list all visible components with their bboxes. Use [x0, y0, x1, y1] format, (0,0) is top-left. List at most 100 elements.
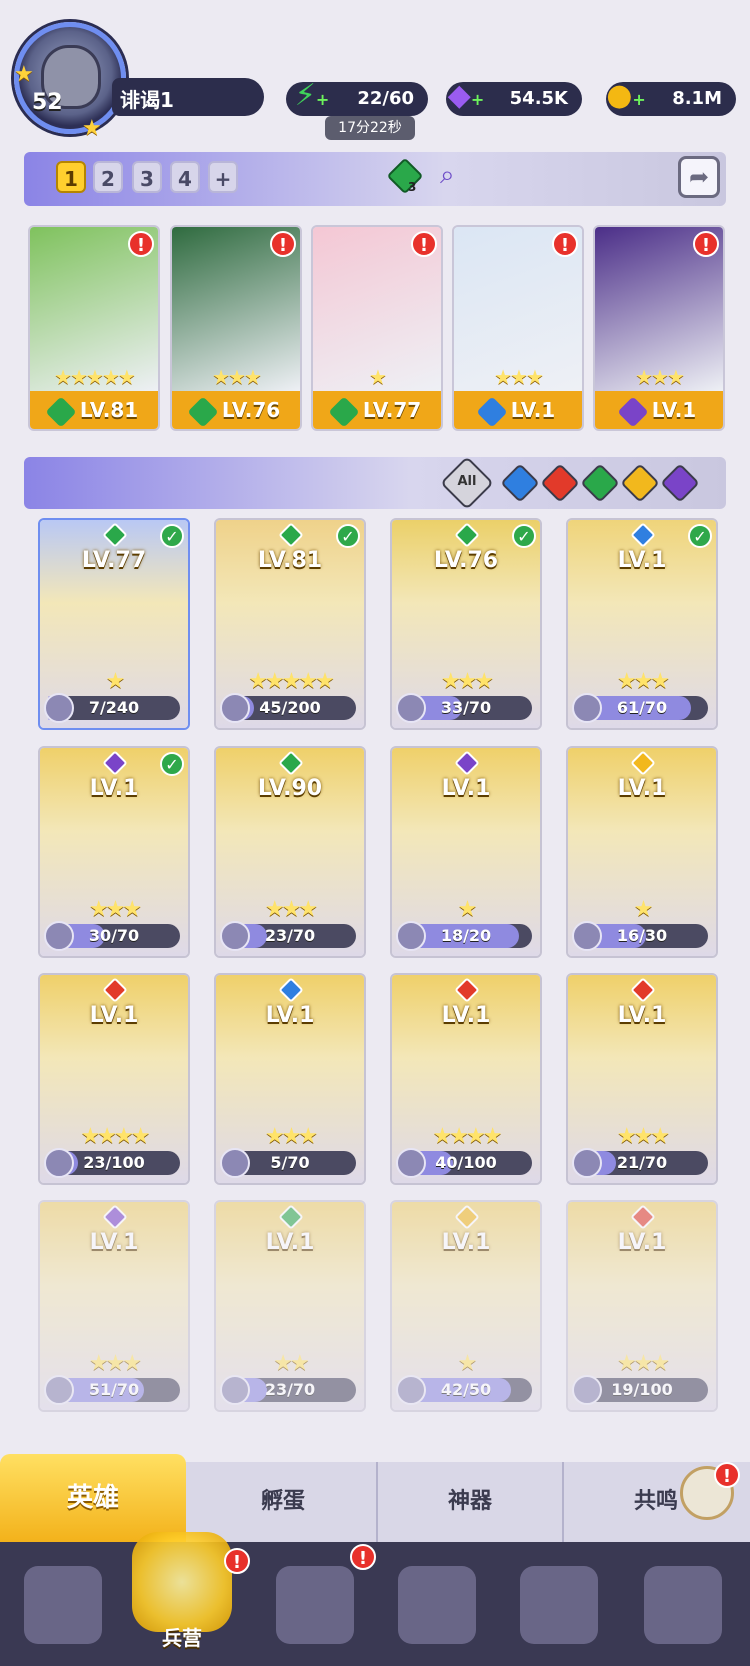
- star-rating: ★: [633, 897, 654, 922]
- check-icon: ✓: [336, 524, 360, 548]
- hero-card[interactable]: LV.1 ★★★ 30/70 ✓: [38, 746, 190, 958]
- castle-nav-icon[interactable]: [398, 1566, 476, 1644]
- shard-icon: [220, 693, 250, 723]
- check-icon: ✓: [688, 524, 712, 548]
- hero-card[interactable]: LV.1 ★★★ 51/70: [38, 1200, 190, 1412]
- check-icon: ✓: [160, 524, 184, 548]
- check-icon: ✓: [512, 524, 536, 548]
- team-slot-4[interactable]: 4: [170, 161, 200, 193]
- team-hero-level: LV.76: [172, 391, 300, 429]
- alert-icon: !: [714, 1462, 740, 1488]
- barracks-label: 兵营: [162, 1626, 202, 1650]
- hero-card[interactable]: LV.1 ★★★ 61/70 ✓: [566, 518, 718, 730]
- hero-level: LV.1: [441, 1230, 491, 1255]
- star-rating: ★: [105, 669, 126, 694]
- hero-level: LV.77: [81, 548, 147, 573]
- star-rating: ★★★: [494, 365, 544, 389]
- hero-level: LV.90: [257, 776, 323, 801]
- hero-level: LV.1: [617, 1003, 667, 1028]
- yellow-element-icon: [620, 463, 660, 503]
- add-team-button[interactable]: +: [208, 161, 238, 193]
- alert-icon: !: [552, 231, 578, 257]
- gems-value: 54.5K: [509, 88, 568, 109]
- add-energy-icon: +: [315, 90, 330, 109]
- hero-card[interactable]: LV.81 ★★★★★ 45/200 ✓: [214, 518, 366, 730]
- hero-level: LV.1: [89, 1003, 139, 1028]
- filter-green-button[interactable]: [580, 463, 620, 503]
- tab-hatch[interactable]: 孵蛋: [190, 1462, 376, 1542]
- team-hero-card[interactable]: ★★★ LV.1 !: [452, 225, 584, 431]
- hero-card[interactable]: LV.1 ★★★★ 23/100: [38, 973, 190, 1185]
- element-icon: [617, 395, 649, 428]
- hero-level: LV.1: [265, 1230, 315, 1255]
- team-hero-level: LV.77: [313, 391, 441, 429]
- shard-icon: [396, 921, 426, 951]
- star-rating: ★: [369, 365, 387, 389]
- shard-icon: [396, 1375, 426, 1405]
- hero-level: LV.1: [265, 1003, 315, 1028]
- team-hero-card[interactable]: ★★★ LV.1 !: [593, 225, 725, 431]
- hero-card[interactable]: LV.76 ★★★ 33/70 ✓: [390, 518, 542, 730]
- tab-artifacts[interactable]: 神器: [376, 1462, 562, 1542]
- hero-card[interactable]: LV.1 ★★★★ 40/100: [390, 973, 542, 1185]
- search-icon[interactable]: ⌕: [440, 160, 455, 191]
- team-slot-2[interactable]: 2: [93, 161, 123, 193]
- tab-heroes[interactable]: 英雄: [0, 1454, 186, 1542]
- star-rating: ★★★: [616, 669, 670, 694]
- hero-card[interactable]: LV.90 ★★★ 23/70: [214, 746, 366, 958]
- mushroom-nav-icon[interactable]: [520, 1566, 598, 1644]
- alert-icon: !: [411, 231, 437, 257]
- team-hero-card[interactable]: ★★★ LV.76 !: [170, 225, 302, 431]
- star-rating: ★★★: [88, 1351, 142, 1376]
- star-rating: ★★★: [264, 897, 318, 922]
- team-hero-card[interactable]: ★ LV.77 !: [311, 225, 443, 431]
- player-level: 52: [32, 90, 63, 115]
- hero-level: LV.1: [617, 776, 667, 801]
- book-nav-icon[interactable]: [276, 1566, 354, 1644]
- add-coins-icon: +: [632, 90, 646, 109]
- hero-card[interactable]: LV.1 ★★ 23/70: [214, 1200, 366, 1412]
- star-icon: ★: [14, 62, 34, 87]
- hero-card[interactable]: LV.1 ★★★ 5/70: [214, 973, 366, 1185]
- diamond-icon: ◆+: [447, 78, 485, 113]
- star-rating: ★: [457, 897, 478, 922]
- level-text: LV.81: [79, 398, 139, 422]
- shard-icon: [220, 1148, 250, 1178]
- hero-card[interactable]: LV.1 ★★★ 21/70: [566, 973, 718, 1185]
- shard-icon: [396, 693, 426, 723]
- element-icon: [328, 395, 360, 428]
- hero-level: LV.1: [89, 1230, 139, 1255]
- player-name: 诽谒1: [112, 78, 264, 116]
- element-icon: [45, 395, 77, 428]
- filter-yellow-button[interactable]: [620, 463, 660, 503]
- shard-icon: [44, 1148, 74, 1178]
- filter-purple-button[interactable]: [660, 463, 700, 503]
- filter-red-button[interactable]: [540, 463, 580, 503]
- cards-nav-icon[interactable]: [24, 1566, 102, 1644]
- team-slot-3[interactable]: 3: [132, 161, 162, 193]
- hero-card[interactable]: LV.1 ★ 16/30: [566, 746, 718, 958]
- alert-icon: !: [224, 1548, 250, 1574]
- team-bar: [24, 152, 726, 206]
- hero-level: LV.1: [617, 548, 667, 573]
- red-element-icon: [540, 463, 580, 503]
- hero-card[interactable]: LV.1 ★★★ 19/100: [566, 1200, 718, 1412]
- team-hero-card[interactable]: ★★★★★ LV.81 !: [28, 225, 160, 431]
- star-rating: ★★★: [616, 1124, 670, 1149]
- shard-icon: [220, 1375, 250, 1405]
- team-hero-level: LV.81: [30, 391, 158, 429]
- filter-blue-button[interactable]: [500, 463, 540, 503]
- share-icon[interactable]: ➦: [678, 156, 720, 198]
- team-badge: 3: [408, 180, 417, 194]
- barracks-nav-icon[interactable]: [132, 1532, 232, 1632]
- team-slot-1[interactable]: 1: [56, 161, 86, 193]
- shard-icon: [396, 1148, 426, 1178]
- shard-icon: [220, 921, 250, 951]
- hero-card[interactable]: LV.77 ★ 7/240 ✓: [38, 518, 190, 730]
- hero-card[interactable]: LV.1 ★ 42/50: [390, 1200, 542, 1412]
- level-text: LV.77: [362, 398, 422, 422]
- hero-card[interactable]: LV.1 ★ 18/20: [390, 746, 542, 958]
- energy-timer: 17分22秒: [325, 116, 415, 140]
- shard-icon: [44, 693, 74, 723]
- banner-nav-icon[interactable]: [644, 1566, 722, 1644]
